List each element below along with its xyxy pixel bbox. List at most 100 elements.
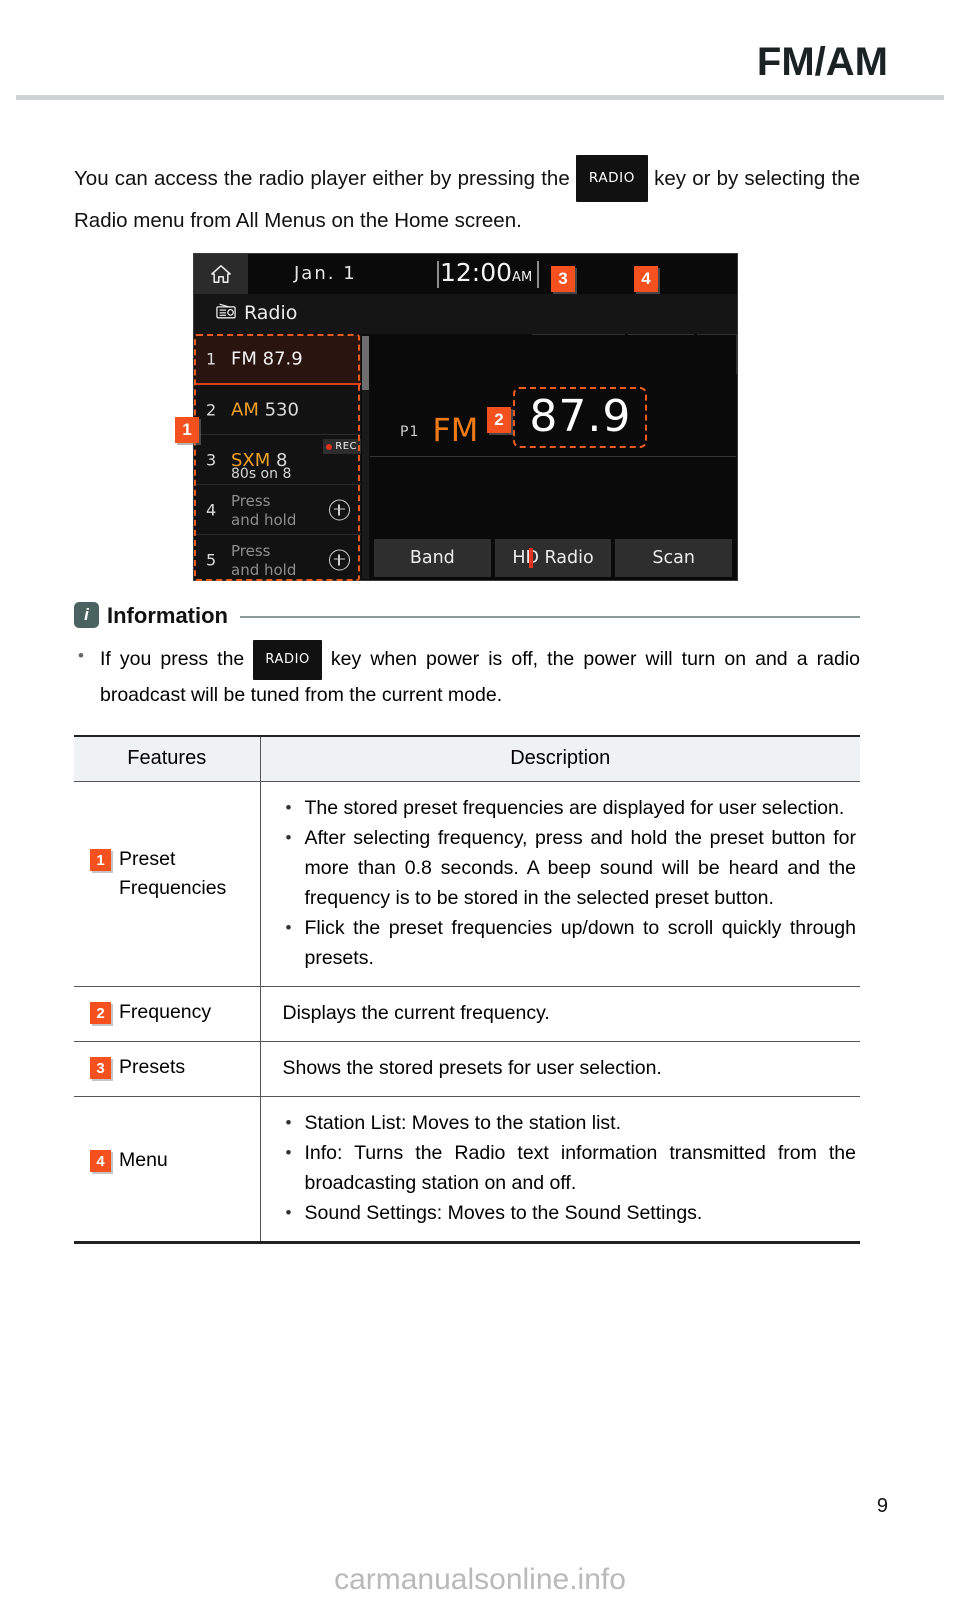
- preset-value: 530: [264, 399, 299, 420]
- feature-badge: 3: [90, 1057, 111, 1079]
- current-band: FM: [432, 411, 479, 449]
- info-text-before: If you press the: [100, 648, 245, 670]
- preset-number: 5: [206, 550, 217, 569]
- clock-time: 12:00: [440, 258, 513, 287]
- list-item: Flick the preset frequencies up/down to …: [283, 913, 856, 973]
- clock-ampm: AM: [512, 270, 533, 285]
- information-title: Information: [107, 603, 228, 628]
- preset-position-label: P1: [400, 424, 420, 440]
- watermark: carmanualsonline.info: [334, 1563, 626, 1596]
- screen-titlebar: Radio Presets Menu: [194, 294, 737, 374]
- description-text: Displays the current frequency.: [282, 1002, 550, 1024]
- bottom-button-bar: Band HD Radio Scan: [370, 539, 736, 577]
- preset-row-5[interactable]: 5 Press and hold: [195, 535, 361, 580]
- info-icon: i: [74, 602, 99, 628]
- feature-cell: 1 Preset Frequencies: [74, 781, 261, 987]
- preset-row-4[interactable]: 4 Press and hold: [195, 485, 361, 535]
- rec-badge: REC: [323, 439, 361, 454]
- feature-cell: 4 Menu: [74, 1096, 261, 1244]
- clock-divider-left: [437, 261, 439, 288]
- callout-badge-3: 3: [551, 266, 575, 292]
- screen-title-group: Radio: [216, 302, 297, 324]
- preset-press-line2: and hold: [231, 511, 297, 529]
- header-rule: [16, 95, 944, 100]
- callout-badge-1: 1: [175, 417, 199, 443]
- column-header-features: Features: [74, 735, 261, 782]
- description-cell: The stored preset frequencies are displa…: [260, 781, 860, 987]
- panel-divider: [370, 456, 736, 457]
- rec-dot-icon: [326, 443, 333, 450]
- callout-badge-2: 2: [487, 407, 511, 433]
- frequency-display: P1 FM 87.9: [400, 387, 648, 449]
- list-item: Sound Settings: Moves to the Sound Setti…: [283, 1198, 857, 1228]
- radio-keycap: RADIO: [575, 155, 648, 202]
- feature-label-group: 3 Presets: [90, 1053, 252, 1082]
- preset-press-line1: Press: [231, 492, 271, 510]
- preset-band: AM: [231, 399, 259, 420]
- feature-cell: 3 Presets: [74, 1041, 261, 1097]
- now-playing-panel: P1 FM 87.9 Band HD Radio Scan: [370, 335, 736, 580]
- page-number: 9: [876, 1495, 888, 1517]
- feature-label-group: 2 Frequency: [90, 998, 252, 1027]
- radio-keycap: RADIO: [253, 640, 322, 680]
- plus-icon[interactable]: [329, 549, 350, 570]
- table-row: 4 Menu Station List: Moves to the statio…: [74, 1096, 860, 1244]
- list-item: The stored preset frequencies are displa…: [283, 793, 857, 823]
- plus-icon[interactable]: [329, 499, 350, 520]
- page-title: FM/AM: [756, 40, 888, 84]
- preset-number: 1: [206, 349, 217, 369]
- preset-subtitle: 80s on 8: [231, 466, 292, 482]
- hd-radio-label: HD Radio: [512, 548, 594, 568]
- description-cell: Station List: Moves to the station list.…: [260, 1096, 860, 1244]
- feature-cell: 2 Frequency: [74, 986, 261, 1042]
- feature-label-group: 1 Preset Frequencies: [90, 793, 252, 903]
- screen-title: Radio: [244, 302, 298, 324]
- list-item: After selecting frequency, press and hol…: [283, 823, 856, 913]
- information-rule: [240, 616, 860, 618]
- list-item: Station List: Moves to the station list.: [283, 1108, 857, 1138]
- features-table: Features Description 1 Preset Frequencie…: [74, 735, 860, 1244]
- preset-press-line2: and hold: [231, 561, 297, 579]
- hd-radio-button[interactable]: HD Radio: [494, 539, 612, 577]
- description-cell: Displays the current frequency.: [260, 986, 860, 1042]
- radio-icon: [216, 302, 236, 324]
- table-row: 2 Frequency Displays the current frequen…: [74, 986, 860, 1042]
- head-unit-screen: Jan. 1 12:00AM Radio 1 FM 87.9 2 AM 530 …: [193, 253, 738, 581]
- status-clock: 12:00AM: [440, 258, 532, 287]
- preset-number: 4: [206, 500, 217, 519]
- clock-divider-right: [537, 261, 539, 288]
- description-bullets: The stored preset frequencies are displa…: [283, 793, 857, 973]
- preset-row-2[interactable]: 2 AM 530: [195, 385, 361, 435]
- information-header: i Information: [74, 602, 860, 632]
- band-button[interactable]: Band: [374, 539, 491, 577]
- callout-badge-4: 4: [634, 266, 658, 292]
- preset-label: AM 530: [231, 399, 299, 420]
- head-unit-screenshot: Jan. 1 12:00AM Radio 1 FM 87.9 2 AM 530 …: [175, 253, 738, 581]
- feature-name: Frequency: [119, 1001, 212, 1023]
- status-date: Jan. 1: [294, 263, 357, 284]
- preset-row-1[interactable]: 1 FM 87.9: [195, 335, 361, 385]
- preset-band: FM: [231, 348, 257, 370]
- preset-list[interactable]: 1 FM 87.9 2 AM 530 3 SXM 8 80s on 8 REC …: [195, 335, 361, 580]
- list-item: Info: Turns the Radio text information t…: [283, 1138, 856, 1198]
- preset-scrollbar-thumb[interactable]: [362, 336, 369, 390]
- preset-row-3[interactable]: 3 SXM 8 80s on 8 REC: [195, 435, 361, 485]
- description-bullets: Station List: Moves to the station list.…: [283, 1108, 857, 1228]
- information-body: If you press the RADIO key when power is…: [74, 640, 860, 711]
- preset-press-line1: Press: [231, 542, 271, 560]
- feature-badge: 1: [90, 849, 111, 871]
- preset-number: 3: [206, 450, 217, 469]
- current-frequency: 87.9: [529, 391, 632, 442]
- table-row: 1 Preset Frequencies The stored preset f…: [74, 781, 860, 987]
- home-icon[interactable]: [194, 254, 248, 294]
- preset-label: FM 87.9: [231, 349, 303, 370]
- manual-page: FM/AM You can access the radio player ei…: [0, 0, 960, 1613]
- scan-button[interactable]: Scan: [615, 539, 733, 577]
- information-bullet: If you press the RADIO key when power is…: [74, 640, 860, 711]
- preset-value: 87.9: [262, 348, 303, 370]
- intro-text-before: You can access the radio player either b…: [74, 167, 570, 190]
- feature-name: Preset Frequencies: [119, 848, 227, 899]
- table-header-row: Features Description: [74, 735, 860, 782]
- preset-number: 2: [206, 400, 217, 419]
- description-cell: Shows the stored presets for user select…: [260, 1041, 860, 1097]
